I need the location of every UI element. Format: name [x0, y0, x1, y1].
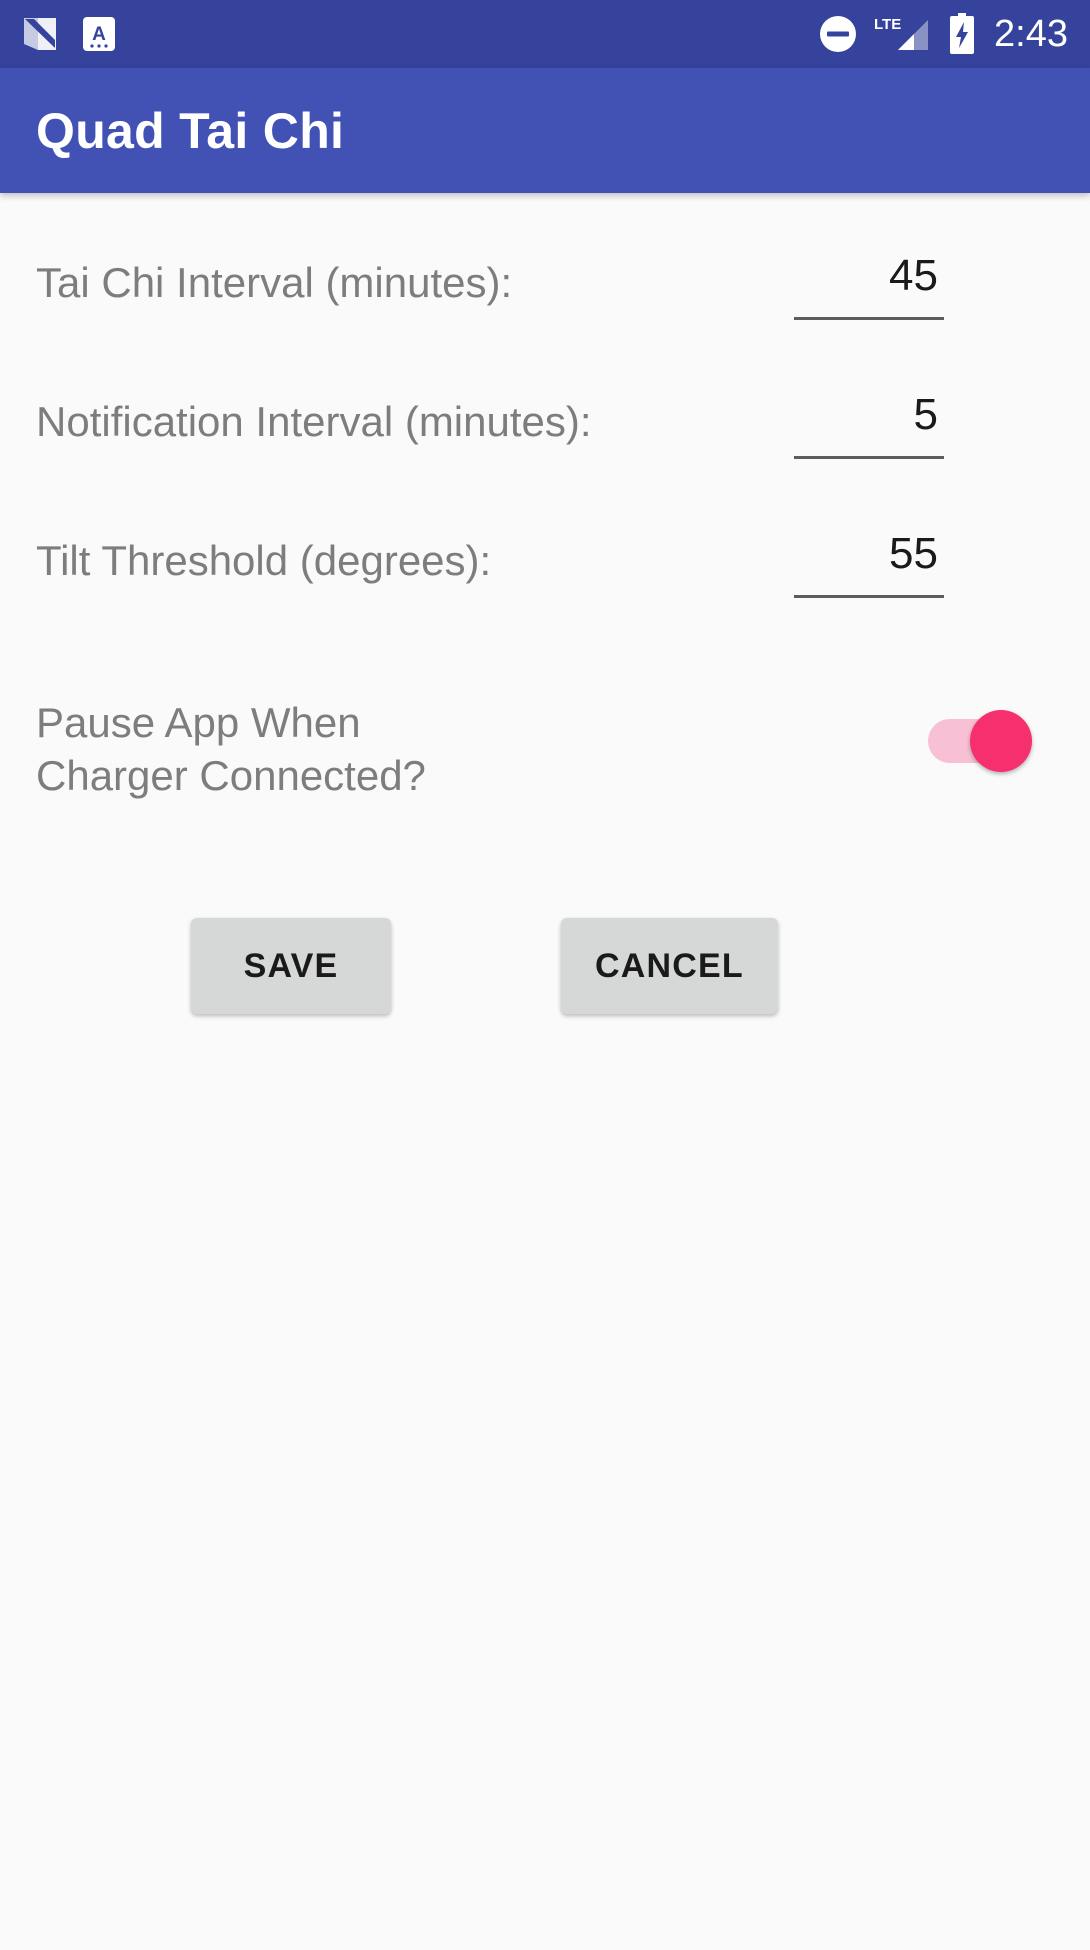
setting-row-notification-interval: Notification Interval (minutes): 5: [36, 362, 1054, 501]
lte-signal-icon: LTE: [872, 14, 934, 54]
switch-thumb: [970, 710, 1032, 772]
save-button[interactable]: SAVE: [191, 918, 391, 1014]
notification-interval-input[interactable]: 5: [794, 386, 944, 444]
battery-charging-icon: [948, 13, 976, 55]
notification-interval-underline: [794, 456, 944, 459]
tai-chi-interval-underline: [794, 317, 944, 320]
tilt-threshold-label: Tilt Threshold (degrees):: [36, 537, 492, 584]
android-nougat-icon: [20, 14, 60, 54]
status-bar: A LTE 2:43: [0, 0, 1090, 68]
status-bar-clock: 2:43: [994, 13, 1068, 55]
tilt-threshold-field-wrap: 55: [794, 501, 944, 598]
pause-on-charger-label-line2: Charger Connected?: [36, 752, 426, 799]
pause-on-charger-label: Pause App When Charger Connected?: [36, 696, 426, 802]
app-notification-icon: A: [82, 15, 116, 53]
settings-form: Tai Chi Interval (minutes): 45 Notificat…: [0, 193, 1090, 1950]
notification-interval-label: Notification Interval (minutes):: [36, 398, 592, 445]
tilt-threshold-input[interactable]: 55: [794, 525, 944, 583]
svg-text:A: A: [92, 24, 106, 45]
tai-chi-interval-input[interactable]: 45: [794, 247, 944, 305]
status-bar-left-icons: A: [20, 14, 116, 54]
setting-row-tilt-threshold: Tilt Threshold (degrees): 55: [36, 501, 1054, 640]
tai-chi-interval-label: Tai Chi Interval (minutes):: [36, 259, 513, 306]
status-bar-right-icons: LTE 2:43: [818, 13, 1068, 55]
action-button-row: SAVE CANCEL: [36, 802, 1054, 1014]
pause-on-charger-switch[interactable]: [928, 710, 1032, 772]
setting-row-pause-on-charger: Pause App When Charger Connected?: [36, 640, 1054, 802]
page-title: Quad Tai Chi: [36, 102, 345, 159]
svg-text:LTE: LTE: [874, 16, 901, 33]
do-not-disturb-icon: [818, 14, 858, 54]
tai-chi-interval-field-wrap: 45: [794, 223, 944, 320]
app-bar: Quad Tai Chi: [0, 68, 1090, 193]
setting-row-tai-chi-interval: Tai Chi Interval (minutes): 45: [36, 193, 1054, 362]
app-screen: A LTE 2:43 Quad Tai Chi Tai Chi Interval…: [0, 0, 1090, 1950]
cancel-button[interactable]: CANCEL: [561, 918, 778, 1014]
tilt-threshold-underline: [794, 595, 944, 598]
pause-on-charger-label-line1: Pause App When: [36, 699, 361, 746]
notification-interval-field-wrap: 5: [794, 362, 944, 459]
